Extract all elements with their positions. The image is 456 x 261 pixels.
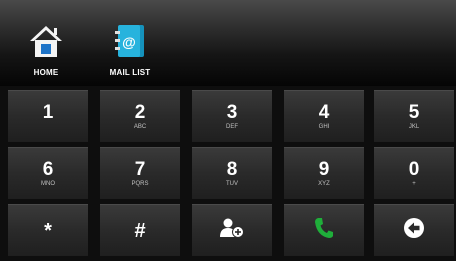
top-navigation-bar: HOME @ MAIL LIST — [0, 0, 456, 86]
key-6[interactable]: 6 MNO — [8, 147, 88, 199]
mail-list-label: MAIL LIST — [109, 68, 151, 77]
mail-list-button[interactable]: @ MAIL LIST — [98, 22, 162, 86]
backspace-icon — [403, 217, 425, 244]
key-digit: 4 — [318, 101, 330, 123]
key-digit: 6 — [42, 158, 54, 180]
add-contact-icon — [219, 218, 245, 243]
key-digit: 9 — [318, 158, 330, 180]
key-digit: 1 — [42, 101, 54, 123]
key-letters: + — [412, 180, 416, 187]
key-digit: 5 — [408, 101, 420, 123]
key-letters: PQRS — [131, 180, 149, 187]
key-digit: 3 — [226, 101, 238, 123]
key-letters: XYZ — [318, 180, 330, 187]
key-letters: JKL — [408, 123, 420, 130]
dial-keypad: 1 2 ABC 3 DEF 4 GHI 5 JKL 6 MNO 7 PQRS 8… — [0, 90, 456, 261]
home-label: HOME — [33, 68, 59, 77]
key-letters: MNO — [41, 180, 55, 187]
key-digit: * — [44, 219, 52, 242]
key-0[interactable]: 0 + — [374, 147, 454, 199]
add-contact-button[interactable] — [192, 204, 272, 256]
key-digit: 2 — [134, 101, 146, 123]
key-hash[interactable]: # — [100, 204, 180, 256]
key-2[interactable]: 2 ABC — [100, 90, 180, 142]
key-5[interactable]: 5 JKL — [374, 90, 454, 142]
key-8[interactable]: 8 TUV — [192, 147, 272, 199]
key-digit: 8 — [226, 158, 238, 180]
key-letters: DEF — [226, 123, 238, 130]
key-letters: ABC — [133, 123, 147, 130]
key-1[interactable]: 1 — [8, 90, 88, 142]
address-book-icon: @ — [110, 22, 150, 62]
key-digit: 7 — [134, 158, 146, 180]
key-9[interactable]: 9 XYZ — [284, 147, 364, 199]
backspace-button[interactable] — [374, 204, 454, 256]
key-digit: # — [134, 219, 146, 242]
call-icon — [314, 217, 334, 244]
key-digit: 0 — [408, 158, 420, 180]
home-icon — [26, 22, 66, 62]
key-7[interactable]: 7 PQRS — [100, 147, 180, 199]
key-star[interactable]: * — [8, 204, 88, 256]
key-letters: TUV — [226, 180, 238, 187]
key-3[interactable]: 3 DEF — [192, 90, 272, 142]
key-4[interactable]: 4 GHI — [284, 90, 364, 142]
home-button[interactable]: HOME — [14, 22, 78, 86]
call-button[interactable] — [284, 204, 364, 256]
key-letters: GHI — [318, 123, 330, 130]
svg-text:@: @ — [122, 34, 136, 50]
